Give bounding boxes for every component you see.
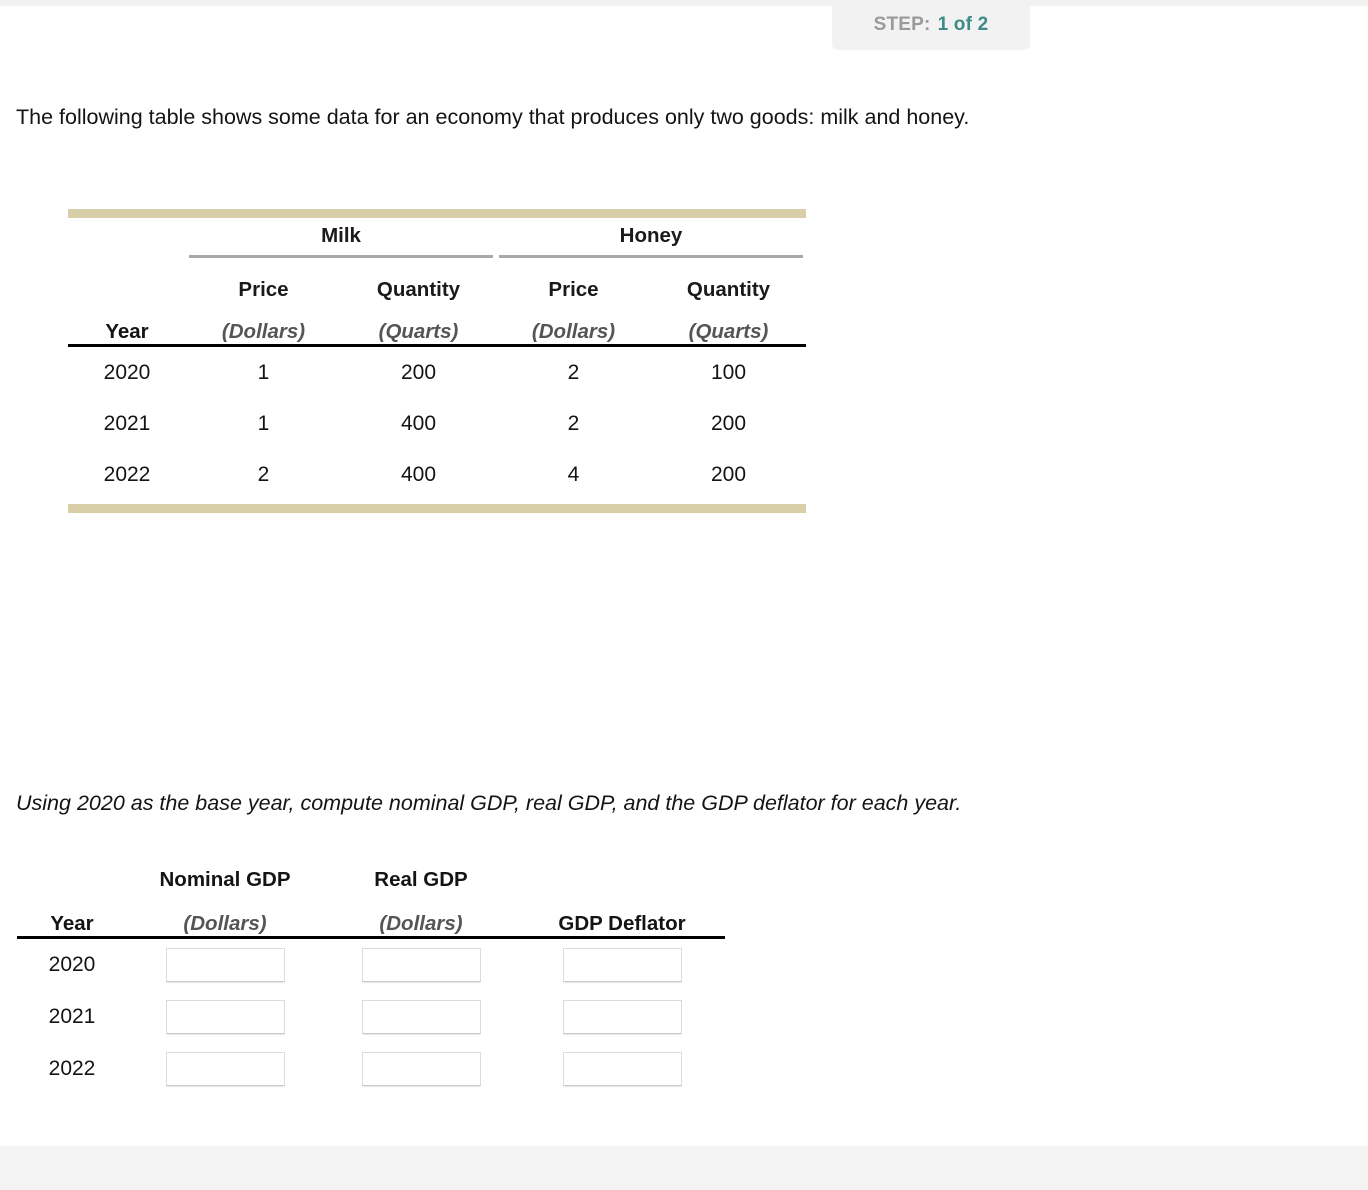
- unit-header-row: Year (Dollars) (Quarts) (Dollars) (Quart…: [68, 302, 806, 344]
- gdp-deflator-input-2021[interactable]: [562, 1000, 682, 1034]
- answer-cell-year: 2021: [48, 1005, 96, 1028]
- intro-paragraph: The following table shows some data for …: [16, 105, 970, 129]
- answer-table-header: Nominal GDP Real GDP Year (Dollars) (Dol…: [17, 856, 725, 936]
- sub-header-row: Price Quantity Price Quantity: [68, 258, 806, 302]
- answer-header-real-gdp: Real GDP: [374, 868, 468, 891]
- answer-cell-gdp-deflator: [519, 991, 725, 1043]
- answer-table-body: 2020 2021 2022: [17, 939, 725, 1095]
- answer-cell-gdp-deflator: [519, 1043, 725, 1095]
- answer-unit-nominal-gdp: (Dollars): [183, 912, 267, 935]
- table-bottom-accent-rule: [68, 504, 806, 513]
- group-header-honey: Honey: [496, 218, 806, 258]
- real-gdp-input-2021[interactable]: [361, 1000, 481, 1034]
- cell-year: 2020: [103, 360, 151, 384]
- sub-header-honey-price: Price: [548, 278, 599, 301]
- answer-cell-real-gdp: [323, 939, 519, 991]
- unit-header-honey-price: (Dollars): [531, 320, 616, 343]
- group-header-spacer: [68, 218, 186, 258]
- real-gdp-input-2022[interactable]: [361, 1052, 481, 1086]
- economy-data-table: Milk Honey Price Quantity Price Quantity…: [68, 209, 806, 513]
- step-badge-value: 1 of 2: [937, 14, 989, 35]
- cell-year: 2021: [103, 411, 151, 435]
- sub-header-honey-quantity: Quantity: [686, 278, 771, 301]
- cell-honey-price: 2: [567, 411, 580, 435]
- cell-milk-quantity: 400: [400, 411, 437, 435]
- answer-cell-nominal-gdp: [127, 1043, 323, 1095]
- answer-row: 2022: [17, 1043, 725, 1095]
- header-year: Year: [105, 320, 149, 343]
- cell-milk-price: 2: [257, 462, 270, 486]
- sub-header-milk-quantity: Quantity: [376, 278, 461, 301]
- cell-milk-price: 1: [257, 411, 270, 435]
- answer-cell-nominal-gdp: [127, 939, 323, 991]
- group-header-row: Milk Honey: [68, 218, 806, 258]
- cell-year: 2022: [103, 462, 151, 486]
- data-table: Milk Honey Price Quantity Price Quantity…: [68, 218, 806, 344]
- answer-cell-nominal-gdp: [127, 991, 323, 1043]
- cell-milk-price: 1: [257, 360, 270, 384]
- table-row: 2022 2 400 4 200: [68, 449, 806, 500]
- table-top-accent-rule: [68, 209, 806, 218]
- nominal-gdp-input-2021[interactable]: [165, 1000, 285, 1034]
- answer-header-year: Year: [50, 912, 94, 935]
- table-row: 2020 1 200 2 100: [68, 347, 806, 398]
- step-badge: STEP: 1 of 2: [832, 0, 1030, 50]
- answer-row: 2020: [17, 939, 725, 991]
- sub-header-spacer: [68, 258, 186, 302]
- gdp-deflator-input-2020[interactable]: [562, 948, 682, 982]
- unit-header-milk-quantity: (Quarts): [378, 320, 459, 343]
- cell-honey-price: 4: [567, 462, 580, 486]
- cell-milk-quantity: 200: [400, 360, 437, 384]
- answer-unit-header-row: Year (Dollars) (Dollars) GDP Deflator: [17, 892, 725, 936]
- group-header-honey-label: Honey: [619, 224, 683, 247]
- answer-header-gdp-deflator: GDP Deflator: [558, 912, 686, 935]
- answer-cell-real-gdp: [323, 1043, 519, 1095]
- cell-honey-price: 2: [567, 360, 580, 384]
- nominal-gdp-input-2020[interactable]: [165, 948, 285, 982]
- answer-cell-gdp-deflator: [519, 939, 725, 991]
- group-header-milk-label: Milk: [321, 224, 361, 247]
- page-bottom-strip: [0, 1146, 1368, 1190]
- sub-header-milk-price: Price: [238, 278, 289, 301]
- cell-honey-quantity: 200: [710, 411, 747, 435]
- gdp-deflator-input-2022[interactable]: [562, 1052, 682, 1086]
- answer-title-header-row: Nominal GDP Real GDP: [17, 856, 725, 892]
- cell-honey-quantity: 100: [710, 360, 747, 384]
- unit-header-honey-quantity: (Quarts): [688, 320, 769, 343]
- answer-table-container: Nominal GDP Real GDP Year (Dollars) (Dol…: [17, 856, 725, 1095]
- question-prompt: Using 2020 as the base year, compute nom…: [16, 791, 962, 815]
- answer-row: 2021: [17, 991, 725, 1043]
- answer-unit-real-gdp: (Dollars): [379, 912, 463, 935]
- cell-honey-quantity: 200: [710, 462, 747, 486]
- answer-cell-year: 2022: [48, 1057, 96, 1080]
- real-gdp-input-2020[interactable]: [361, 948, 481, 982]
- cell-milk-quantity: 400: [400, 462, 437, 486]
- answer-title-empty: [519, 856, 725, 892]
- answer-header-nominal-gdp: Nominal GDP: [159, 868, 291, 891]
- answer-title-spacer: [17, 856, 127, 892]
- data-table-body: 2020 1 200 2 100 2021 1 400 2 200 2022 2…: [68, 347, 806, 500]
- step-badge-label: STEP:: [873, 14, 931, 35]
- table-row: 2021 1 400 2 200: [68, 398, 806, 449]
- answer-cell-year: 2020: [48, 953, 96, 976]
- answer-cell-real-gdp: [323, 991, 519, 1043]
- page-top-strip: [0, 0, 1368, 6]
- unit-header-milk-price: (Dollars): [221, 320, 306, 343]
- group-header-milk: Milk: [186, 218, 496, 258]
- nominal-gdp-input-2022[interactable]: [165, 1052, 285, 1086]
